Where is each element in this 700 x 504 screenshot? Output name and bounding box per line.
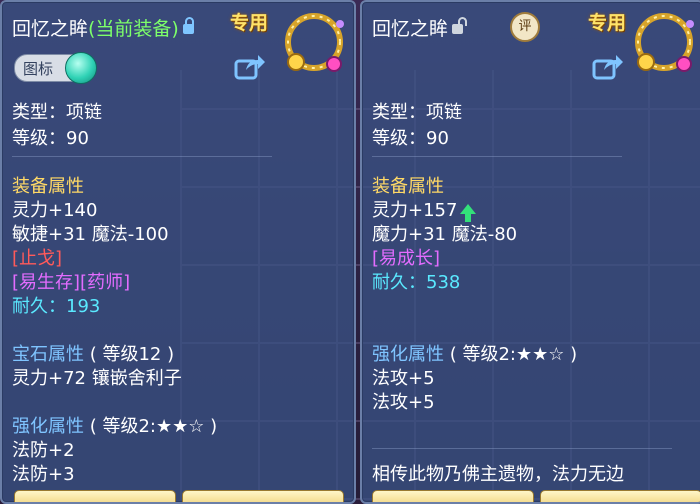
icon-toggle-label: 图标 [23, 60, 54, 78]
necklace-icon [285, 13, 344, 72]
durability-value: 193 [66, 296, 101, 317]
gem-attr-title: 宝石属性 ( 等级12 ) [12, 340, 174, 366]
enhance-attr-header: 强化属性 [372, 344, 444, 365]
exclusive-badge: 专用 [588, 12, 627, 34]
unlock-icon [452, 16, 468, 34]
enhance-attr: 法攻+5 [372, 392, 435, 413]
item-name: 回忆之眸 [12, 18, 89, 40]
special-effect: [易成长] [372, 248, 441, 269]
gem-attr: 灵力+72 镶嵌舍利子 [12, 368, 182, 389]
action-button[interactable] [372, 490, 534, 502]
item-level: 等级：90 [12, 128, 89, 149]
share-icon[interactable] [234, 52, 266, 80]
enhance-attr: 法防+2 [12, 440, 75, 461]
enhance-level: ( 等级2:★★☆ ) [89, 416, 218, 437]
item-type: 类型：项链 [12, 102, 102, 123]
equip-attr-header: 装备属性 [12, 176, 84, 197]
special-effect: [止戈] [12, 248, 63, 269]
enhance-level: ( 等级2:★★☆ ) [449, 344, 578, 365]
special-skills: [易生存][药师] [12, 272, 131, 293]
attr-line: 灵力+140 [12, 200, 98, 221]
divider [12, 156, 272, 157]
durability: 耐久：193 [12, 292, 100, 318]
gem-level: ( 等级12 ) [89, 344, 175, 365]
durability: 耐久：538 [372, 268, 460, 294]
item-level: 等级：90 [372, 128, 449, 149]
divider [372, 156, 622, 157]
compare-item-tooltip: 回忆之眸 评 专用 类型：项链 等级：90 装备属性 灵力+157 魔力+31 … [360, 0, 700, 504]
attr-text: 灵力+157 [372, 200, 458, 221]
attr-line: 灵力+157 [372, 196, 477, 222]
icon-toggle[interactable]: 图标 [14, 52, 97, 84]
equip-attr-header: 装备属性 [372, 176, 444, 197]
enhance-attr: 法攻+5 [372, 368, 435, 389]
durability-label: 耐久： [12, 296, 66, 317]
action-button[interactable] [182, 490, 344, 502]
current-equipment-tooltip: 回忆之眸(当前装备) 专用 图标 类型：项链 等级：90 装备属性 灵力+140… [0, 0, 356, 504]
item-name: 回忆之眸 [372, 18, 449, 40]
action-button[interactable] [14, 490, 176, 502]
arrow-up-icon [460, 204, 477, 222]
toggle-knob [65, 52, 97, 84]
enhance-attr-header: 强化属性 [12, 416, 84, 437]
gem-attr-header: 宝石属性 [12, 344, 84, 365]
item-title: 回忆之眸(当前装备) [12, 14, 194, 41]
divider [372, 448, 672, 449]
item-description: 相传此物乃佛主遗物，法力无边 [372, 464, 624, 485]
attr-line: 敏捷+31 魔法-100 [12, 224, 169, 245]
durability-value: 538 [426, 272, 461, 293]
share-icon[interactable] [592, 52, 624, 80]
item-title: 回忆之眸 [372, 14, 468, 41]
equipped-label: (当前装备) [88, 18, 179, 40]
enhance-attr-title: 强化属性 ( 等级2:★★☆ ) [12, 412, 217, 438]
durability-label: 耐久： [372, 272, 426, 293]
attr-line: 魔力+31 魔法-80 [372, 224, 518, 245]
lock-icon [182, 16, 194, 34]
necklace-icon [635, 13, 694, 72]
item-type: 类型：项链 [372, 102, 462, 123]
action-button[interactable] [540, 490, 700, 502]
enhance-attr: 法防+3 [12, 464, 75, 485]
exclusive-badge: 专用 [230, 12, 269, 34]
enhance-attr-title: 强化属性 ( 等级2:★★☆ ) [372, 340, 577, 366]
rate-button[interactable]: 评 [510, 12, 540, 42]
